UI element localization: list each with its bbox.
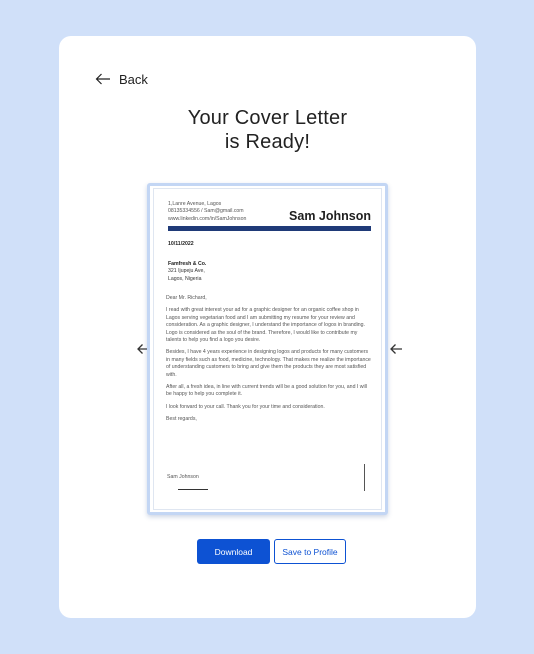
signature-divider — [364, 464, 365, 491]
letter-preview: 1,Lanre Avenue, Lagos 08135334556 / Sam@… — [147, 183, 388, 515]
download-button[interactable]: Download — [197, 539, 270, 564]
letter-body: Dear Mr. Richard, I read with great inte… — [166, 295, 371, 429]
recipient-company: Famfresh & Co. — [168, 261, 207, 267]
letter-paragraph: I look forward to your call. Thank you f… — [166, 403, 325, 410]
signature-underline — [178, 489, 208, 490]
page-title: Your Cover Letter is Ready! — [59, 106, 476, 154]
next-template-button[interactable] — [389, 342, 403, 356]
letterhead-bar — [168, 226, 371, 231]
page-title-line-2: is Ready! — [224, 131, 311, 153]
contact-linkedin: www.linkedin.com/in/SamJohnson — [168, 215, 247, 222]
letterhead-contact: 1,Lanre Avenue, Lagos 08135334556 / Sam@… — [168, 201, 298, 223]
letter-closing: Best regards, — [166, 416, 197, 423]
letter-paragraph: After all, a fresh idea, in line with cu… — [166, 384, 367, 398]
recipient-address-line: Lagos, Nigeria — [168, 275, 202, 282]
recipient-block: Famfresh & Co. 321 Ijupeju Ave, Lagos, N… — [168, 261, 206, 283]
letter-paragraph: I read with great interest your ad for a… — [166, 307, 365, 344]
recipient-address-line: 321 Ijupeju Ave, — [168, 268, 205, 275]
back-button[interactable]: Back — [95, 70, 148, 88]
contact-address: 1,Lanre Avenue, Lagos — [168, 201, 222, 207]
cover-letter-card: Back Your Cover Letter is Ready! 1,Lanre… — [59, 36, 476, 618]
letter-greeting: Dear Mr. Richard, — [166, 295, 207, 301]
back-label: Back — [119, 71, 148, 87]
save-to-profile-button[interactable]: Save to Profile — [274, 539, 346, 564]
letter-date: 10/11/2022 — [168, 241, 194, 247]
letter-paragraph: Besides, I have 4 years experience in de… — [166, 349, 371, 378]
letter-signature: Sam Johnson — [167, 474, 199, 480]
contact-phone-email: 08135334556 / Sam@gmail.com — [168, 208, 244, 215]
arrow-left-icon — [390, 344, 402, 354]
letterhead-name: Sam Johnson — [289, 209, 371, 223]
arrow-left-icon — [95, 73, 110, 85]
page-title-line-1: Your Cover Letter — [187, 107, 348, 129]
letter-document: 1,Lanre Avenue, Lagos 08135334556 / Sam@… — [153, 188, 382, 510]
